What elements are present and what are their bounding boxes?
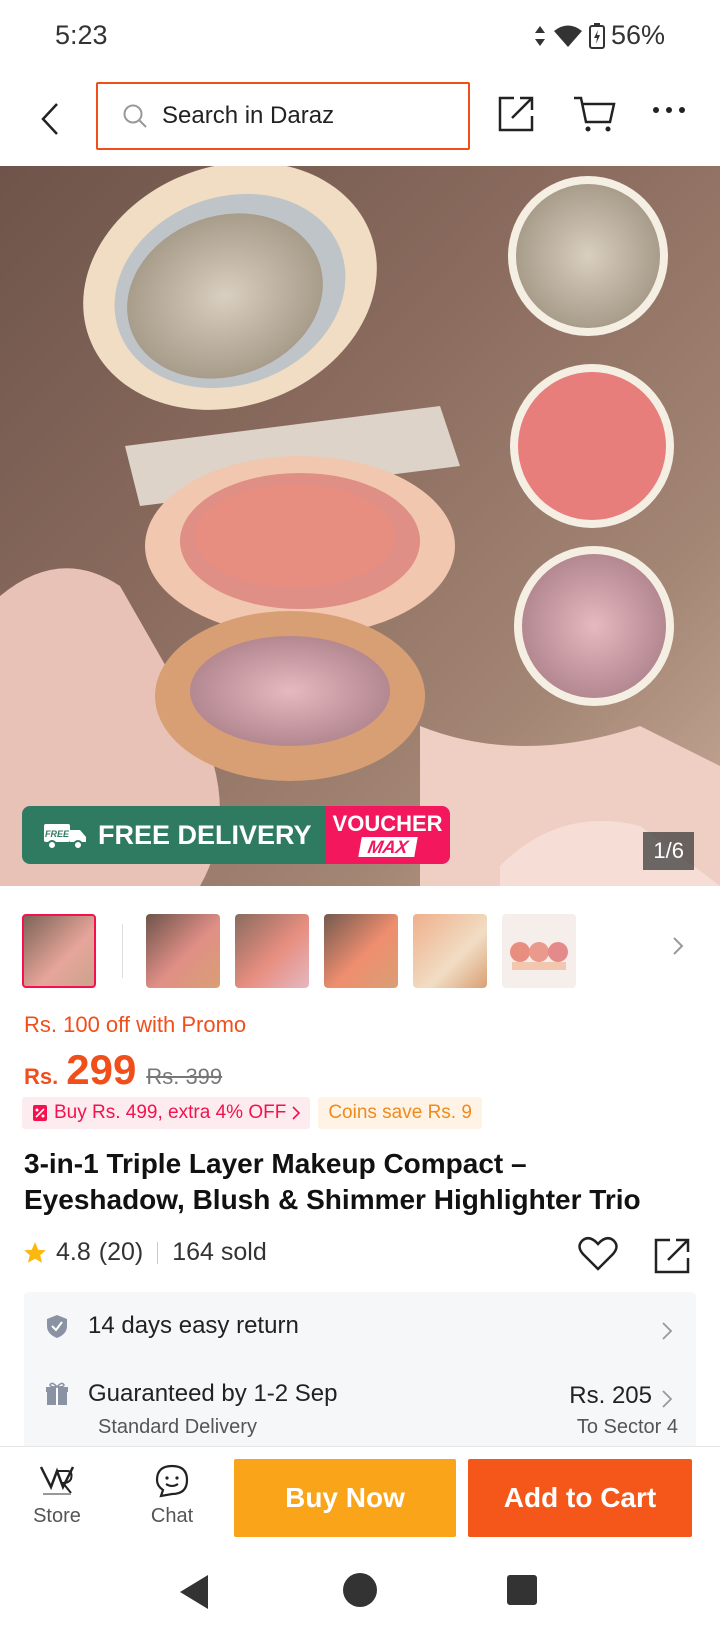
top-bar: Search in Daraz (0, 72, 720, 166)
price-currency: Rs. (24, 1064, 59, 1089)
star-icon (24, 1241, 46, 1263)
product-title: 3-in-1 Triple Layer Makeup Compact – Eye… (24, 1148, 641, 1215)
store-label: Store (33, 1505, 81, 1527)
add-to-cart-button[interactable]: Add to Cart (468, 1459, 692, 1537)
system-nav-bar (0, 1552, 720, 1640)
square-recents-icon (507, 1575, 537, 1605)
truck-icon: FREE (44, 824, 86, 850)
status-icons: 56% (533, 20, 665, 51)
more-button[interactable] (652, 102, 686, 120)
rating-row[interactable]: 4.8 (20) 164 sold (22, 1238, 267, 1267)
product-image[interactable]: FREE FREE DELIVERY VOUCHER MAX 1/6 (0, 166, 720, 886)
chat-label: Chat (150, 1505, 194, 1527)
back-button[interactable] (30, 94, 70, 144)
service-info: 14 days easy return Guaranteed by 1-2 Se… (24, 1292, 696, 1448)
truck-tag: FREE (45, 829, 70, 839)
thumbnail-6[interactable] (502, 914, 576, 988)
delivery-row[interactable]: Guaranteed by 1-2 Sep (44, 1380, 338, 1408)
shield-check-icon (47, 1315, 67, 1338)
search-icon (123, 104, 147, 128)
thumbnail-3[interactable] (235, 914, 309, 988)
nav-back-button[interactable] (176, 1572, 212, 1617)
store-logo-icon (39, 1466, 75, 1495)
return-chevron (662, 1322, 673, 1345)
status-time: 5:23 (55, 20, 108, 50)
return-policy-row[interactable]: 14 days easy return (44, 1312, 299, 1340)
thumbnail-1[interactable] (22, 914, 96, 988)
promo-text: Rs. 100 off with Promo (24, 1012, 247, 1037)
share-product-button[interactable] (652, 1236, 692, 1281)
search-placeholder: Search in Daraz (162, 102, 335, 129)
battery-icon (588, 22, 605, 49)
extra-off-chip[interactable]: Buy Rs. 499, extra 4% OFF (22, 1097, 311, 1129)
review-count: (20) (98, 1238, 144, 1266)
thumbnail-strip (0, 906, 720, 996)
chevron-right-icon (662, 1322, 673, 1340)
thumbnail-5[interactable] (413, 914, 487, 988)
gift-box-icon (46, 1382, 68, 1405)
share-icon (654, 1238, 690, 1274)
nav-home-button[interactable] (342, 1572, 378, 1613)
share-button[interactable] (496, 94, 536, 139)
triangle-back-icon (180, 1575, 208, 1609)
bottom-action-bar: Store Chat Buy Now Add to Cart (0, 1446, 720, 1552)
chat-bubble-icon (155, 1464, 189, 1498)
buy-now-button[interactable]: Buy Now (234, 1459, 456, 1537)
voucher-max-badge: VOUCHER MAX (325, 806, 450, 864)
cart-icon (574, 96, 616, 132)
coins-text: Coins save Rs. 9 (328, 1102, 472, 1123)
free-delivery-banner: FREE FREE DELIVERY VOUCHER MAX (22, 806, 450, 864)
voucher-icon (33, 1105, 47, 1121)
wishlist-button[interactable] (578, 1236, 618, 1277)
delivery-price: Rs. 205 (569, 1382, 652, 1409)
coins-chip[interactable]: Coins save Rs. 9 (318, 1097, 482, 1129)
product-photo (0, 166, 720, 886)
delivery-chevron (662, 1390, 673, 1413)
free-delivery-label: FREE FREE DELIVERY (22, 806, 326, 864)
search-input[interactable]: Search in Daraz (96, 82, 470, 150)
price-row: Rs. 299 Rs. 399 (24, 1046, 222, 1094)
thumbnail-divider (122, 924, 123, 978)
heart-icon (578, 1236, 618, 1271)
thumbnail-next-button[interactable] (672, 936, 684, 961)
free-delivery-text: FREE DELIVERY (98, 819, 312, 850)
original-price: Rs. 399 (146, 1064, 223, 1089)
data-arrows-icon (534, 25, 545, 46)
cart-button[interactable] (572, 94, 616, 139)
delivery-text: Guaranteed by 1-2 Sep (88, 1380, 338, 1407)
thumbnail-6-art (510, 942, 568, 970)
battery-level: 56% (610, 20, 665, 50)
return-policy-text: 14 days easy return (88, 1312, 299, 1339)
circle-home-icon (343, 1573, 377, 1607)
nav-recents-button[interactable] (506, 1574, 538, 1611)
chevron-right-icon (662, 1390, 673, 1408)
rating-divider (157, 1241, 159, 1264)
status-bar: 5:23 56% (0, 0, 720, 72)
chevron-right-icon (292, 1106, 301, 1120)
price-value: 299 (66, 1046, 137, 1093)
chat-button[interactable]: Chat (137, 1463, 207, 1528)
delivery-type: Standard Delivery (98, 1416, 257, 1438)
share-icon (498, 96, 534, 132)
thumbnail-4[interactable] (324, 914, 398, 988)
chevron-right-icon (673, 937, 684, 955)
wifi-icon (553, 25, 582, 47)
sold-count: 164 sold (172, 1238, 267, 1266)
rating-value: 4.8 (56, 1238, 91, 1266)
store-button[interactable]: Store (22, 1463, 92, 1528)
voucher-text: VOUCHER (332, 811, 443, 836)
delivery-destination: To Sector 4 (576, 1416, 678, 1438)
extra-off-text: Buy Rs. 499, extra 4% OFF (54, 1102, 287, 1123)
more-icon (653, 107, 685, 113)
thumbnail-2[interactable] (146, 914, 220, 988)
back-arrow-icon (41, 103, 58, 135)
promo-chips: Buy Rs. 499, extra 4% OFF Coins save Rs.… (22, 1097, 482, 1129)
max-text: MAX (357, 837, 418, 857)
image-counter: 1/6 (643, 832, 694, 870)
